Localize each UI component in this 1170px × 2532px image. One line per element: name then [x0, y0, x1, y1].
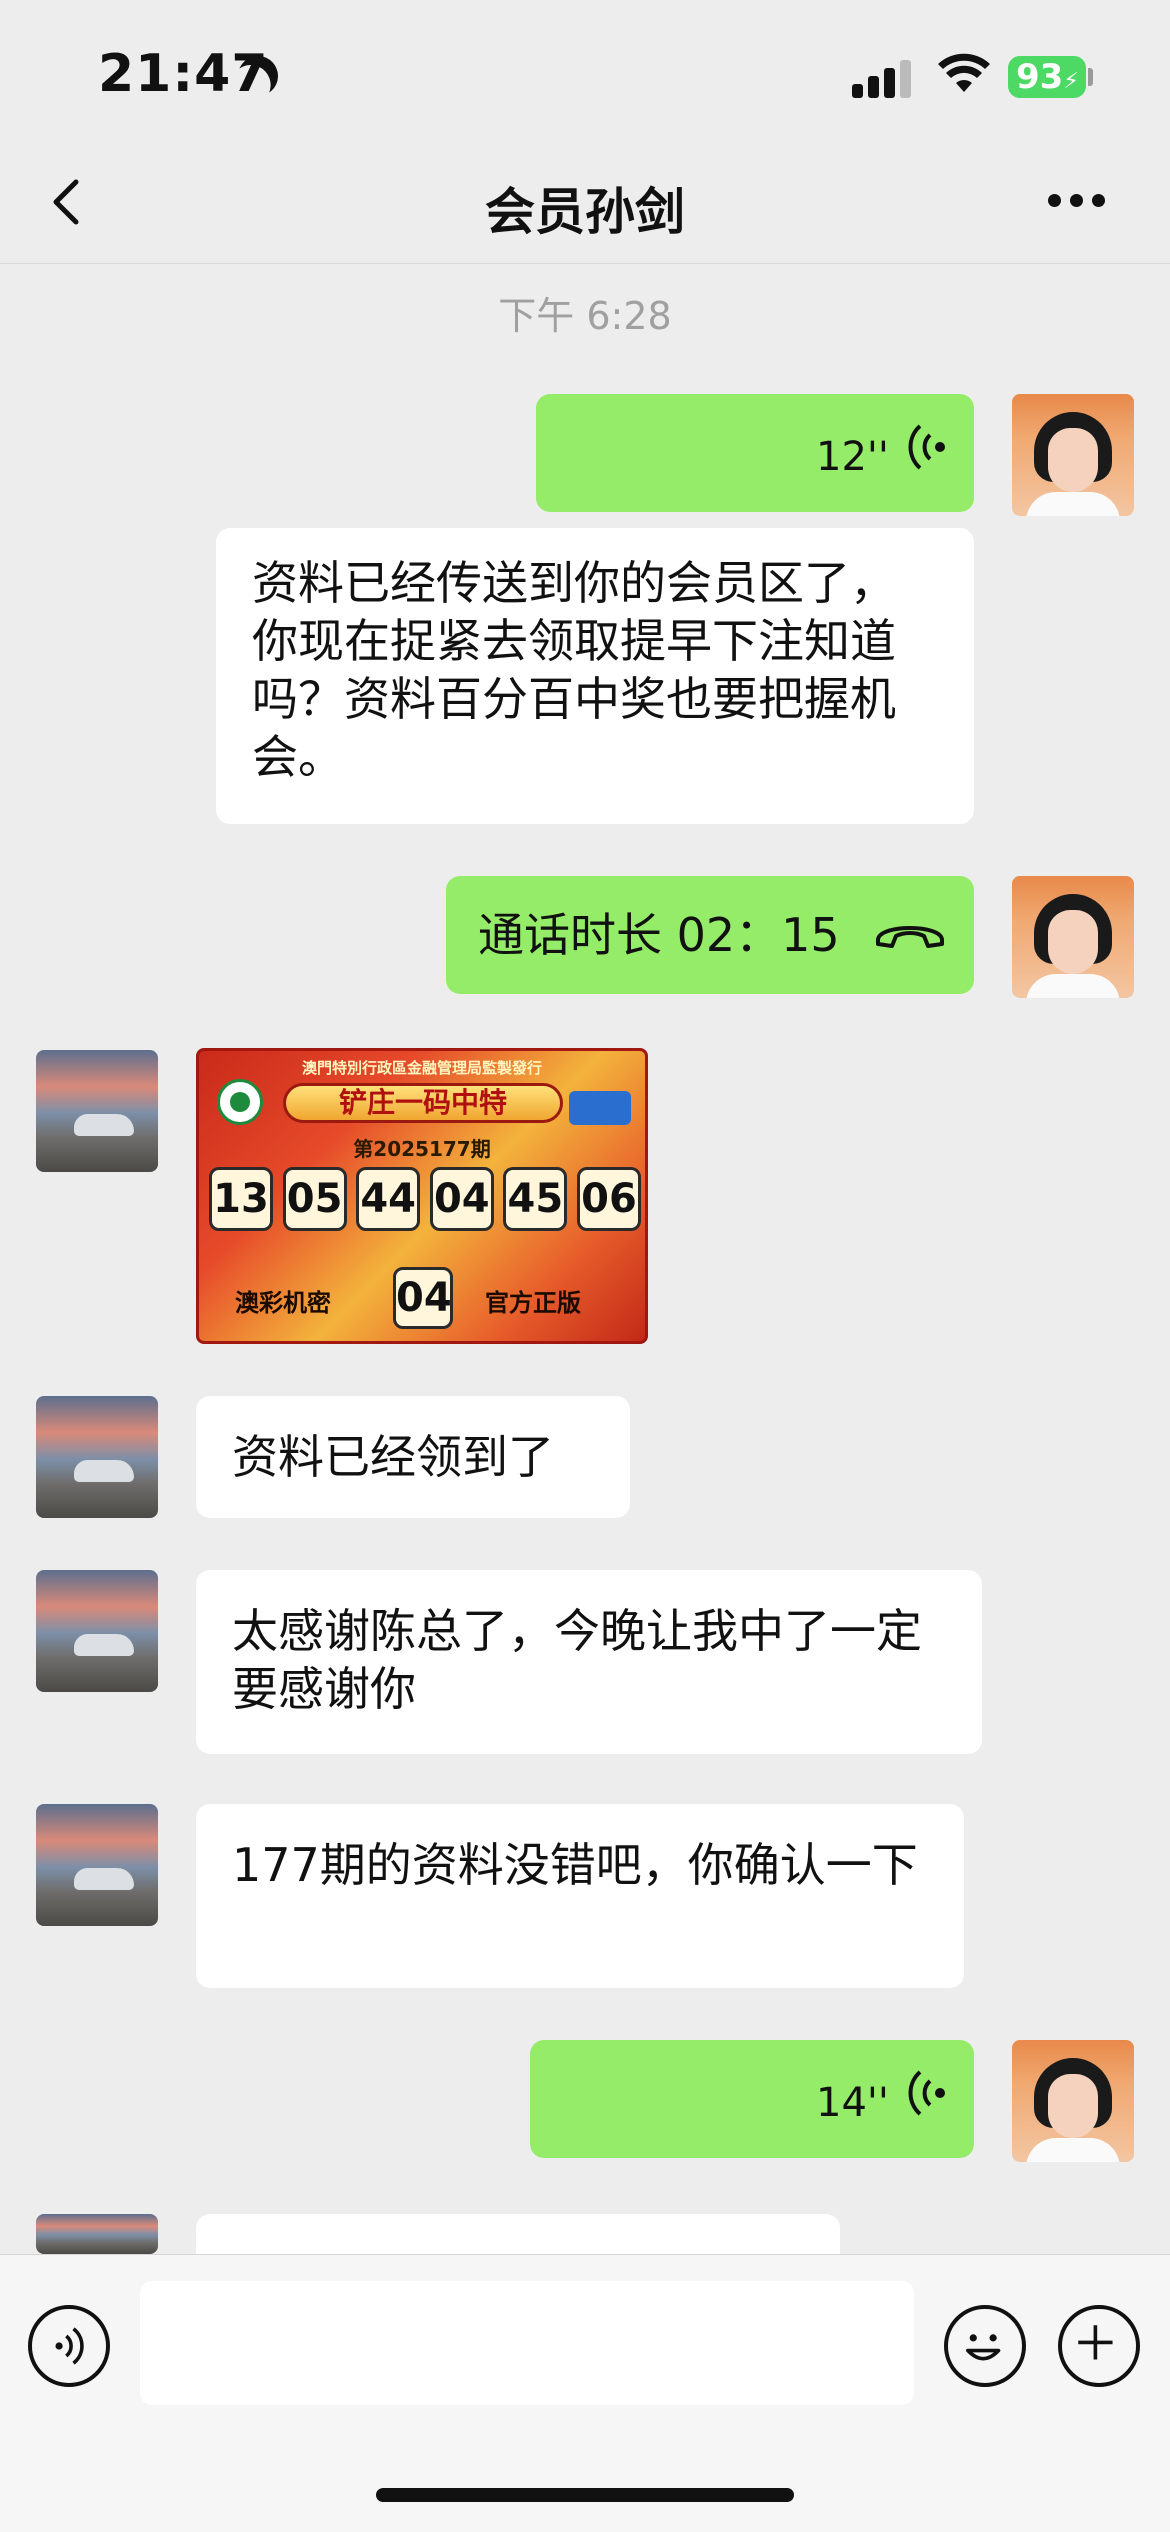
text-message[interactable]: 资料已经传送到你的会员区了，你现在捉紧去领取提早下注知道吗？资料百分百中奖也要把… [216, 528, 974, 824]
card-period: 第2025177期 [353, 1137, 491, 1161]
card-right-label: 官方正版 [485, 1289, 581, 1317]
call-record-message[interactable]: 通话时长 02：15 [446, 876, 974, 994]
more-icon[interactable] [1048, 194, 1108, 210]
voice-message[interactable]: 14'' [530, 2040, 974, 2158]
message-text: 资料已经传送到你的会员区了，你现在捉紧去领取提早下注知道吗？资料百分百中奖也要把… [252, 556, 896, 784]
number-ball: 04 [429, 1167, 494, 1231]
message-text: 太感谢陈总了，今晚让我中了一定要感谢你 [232, 1604, 922, 1716]
battery-level: 93 [1016, 57, 1064, 97]
number-ball: 44 [356, 1167, 421, 1231]
call-duration-text: 通话时长 02：15 [478, 908, 840, 962]
special-number: 04 [393, 1267, 453, 1329]
number-row: 13 05 44 04 45 06 [209, 1167, 641, 1231]
voice-duration: 12'' [816, 434, 889, 480]
lottery-logo [569, 1091, 631, 1125]
chat-title: 会员孙剑 [485, 183, 685, 241]
number-ball: 05 [282, 1167, 347, 1231]
image-message[interactable]: 澳門特別行政區金融管理局監製發行 铲庄一码中特 第2025177期 13 05 … [196, 1048, 648, 1344]
card-header: 澳門特別行政區金融管理局監製發行 [301, 1059, 542, 1077]
text-message[interactable]: 太感谢陈总了，今晚让我中了一定要感谢你 [196, 1570, 982, 1754]
partial-message[interactable] [196, 2214, 840, 2254]
card-title: 铲庄一码中特 [283, 1083, 563, 1123]
chat-header: 会员孙剑 [0, 150, 1170, 264]
text-message[interactable]: 177期的资料没错吧，你确认一下 [196, 1804, 964, 1988]
avatar-self[interactable] [1012, 394, 1134, 516]
card-left-label: 澳彩机密 [235, 1289, 331, 1317]
voice-wave-icon [908, 424, 945, 470]
hangup-icon [876, 926, 944, 948]
number-ball: 13 [209, 1167, 273, 1231]
avatar-other[interactable] [36, 1570, 158, 1692]
message-input[interactable] [140, 2281, 914, 2405]
text-message[interactable]: 资料已经领到了 [196, 1396, 630, 1518]
status-bar: 21:47 93⚡ [0, 0, 1170, 150]
battery-indicator: 93⚡ [1008, 56, 1086, 98]
message-timestamp: 下午 6:28 [498, 294, 672, 338]
home-indicator[interactable] [376, 2488, 794, 2502]
voice-input-icon[interactable] [28, 2305, 110, 2387]
message-text: 资料已经领到了 [232, 1430, 554, 1484]
battery-tip [1088, 68, 1093, 86]
emoji-icon[interactable] [944, 2305, 1026, 2387]
number-ball: 45 [503, 1167, 568, 1231]
avatar-other[interactable] [36, 1396, 158, 1518]
message-text: 177期的资料没错吧，你确认一下 [232, 1838, 918, 1892]
plus-icon[interactable] [1058, 2305, 1140, 2387]
voice-wave-icon [908, 2070, 945, 2116]
avatar-self[interactable] [1012, 2040, 1134, 2162]
signal-icon [852, 58, 912, 98]
avatar-self[interactable] [1012, 876, 1134, 998]
wifi-icon [938, 53, 990, 92]
avatar-other[interactable] [36, 2214, 158, 2254]
number-ball: 06 [576, 1167, 641, 1231]
avatar-other[interactable] [36, 1804, 158, 1926]
avatar-other[interactable] [36, 1050, 158, 1172]
emblem-icon [217, 1079, 263, 1125]
voice-message[interactable]: 12'' [536, 394, 974, 512]
voice-duration: 14'' [816, 2080, 889, 2126]
